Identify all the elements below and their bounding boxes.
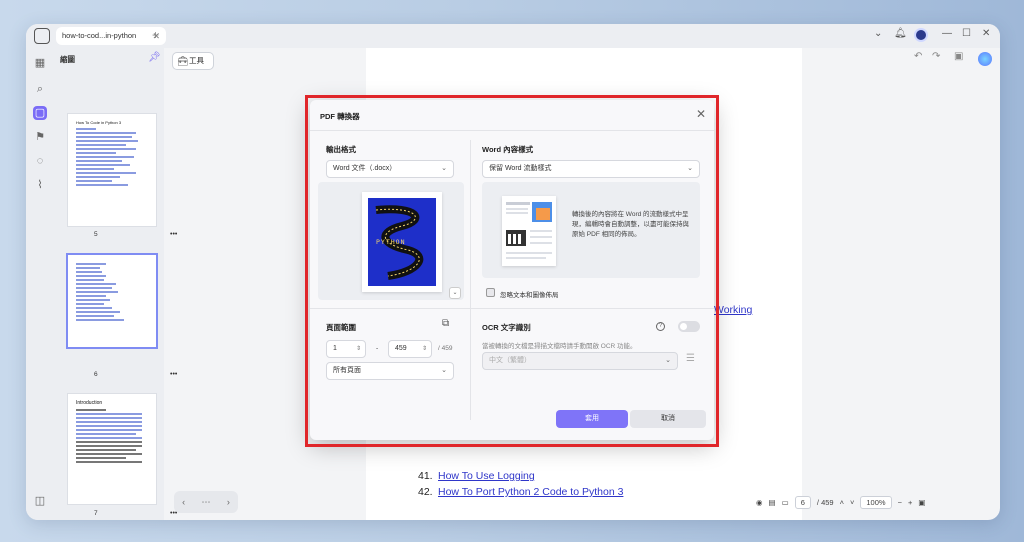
highlight-frame: [305, 95, 719, 447]
home-icon[interactable]: [34, 28, 50, 44]
close-window-icon[interactable]: ✕: [982, 28, 990, 39]
minimize-icon[interactable]: —: [942, 28, 952, 39]
avatar[interactable]: [914, 28, 928, 42]
tab-label: how-to-cod...in-python: [62, 31, 137, 40]
bell-icon[interactable]: 🔔︎: [894, 28, 907, 39]
document-tab[interactable]: how-to-cod...in-python ✕: [56, 27, 166, 45]
new-tab-button[interactable]: +: [152, 27, 159, 43]
maximize-icon[interactable]: ☐: [962, 28, 971, 39]
title-bar: how-to-cod...in-python ✕ + ⌄ 🔔︎ — ☐ ✕: [26, 24, 1000, 48]
chevron-down-icon[interactable]: ⌄: [874, 28, 882, 39]
